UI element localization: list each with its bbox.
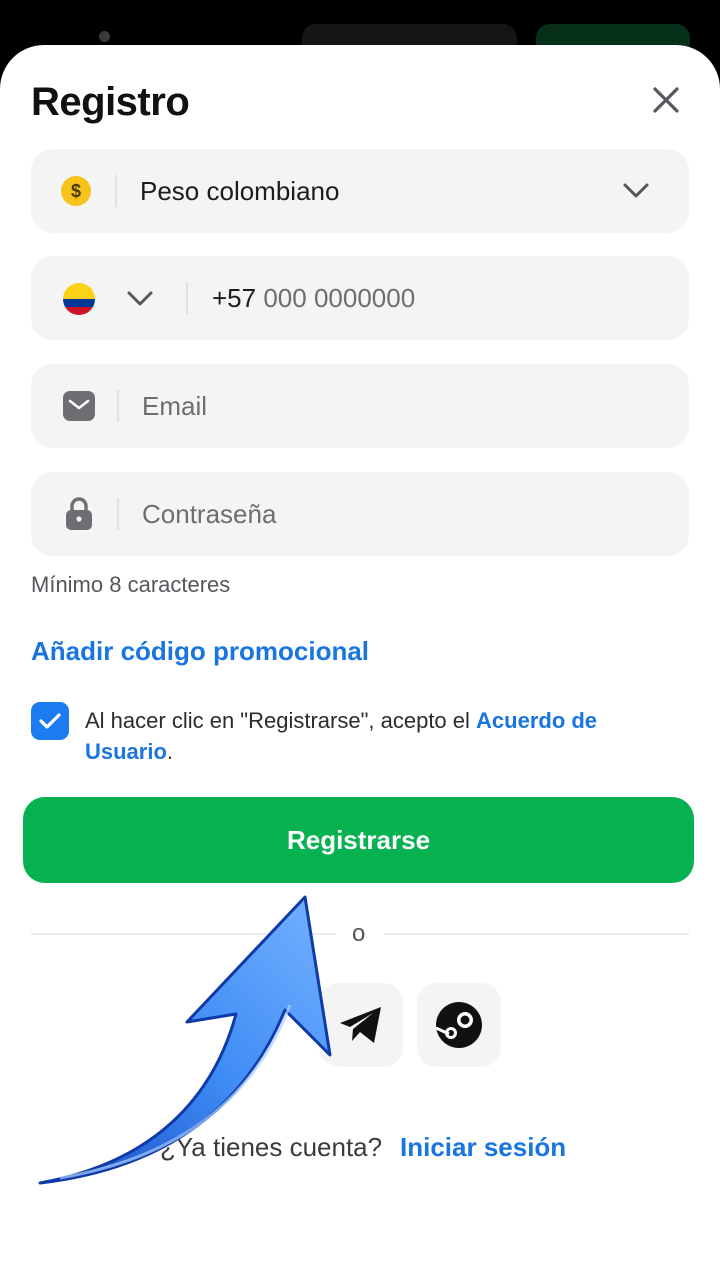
add-promo-code-link[interactable]: Añadir código promocional xyxy=(31,636,369,667)
colombia-flag-icon[interactable] xyxy=(63,283,95,315)
divider-line-left xyxy=(31,933,336,935)
phone-input[interactable]: +57 000 0000000 xyxy=(212,256,415,340)
divider-label: o xyxy=(352,920,366,947)
divider-line-right xyxy=(384,933,689,935)
close-button[interactable] xyxy=(644,78,688,122)
close-icon xyxy=(653,87,679,113)
checkmark-icon xyxy=(39,713,61,729)
password-input[interactable]: Contraseña xyxy=(142,472,276,556)
terms-statement: Al hacer clic en "Registrarse", acepto e… xyxy=(85,708,477,733)
field-separator xyxy=(186,282,188,314)
steam-icon xyxy=(435,1002,482,1048)
mail-icon xyxy=(63,391,95,421)
phone-field[interactable]: +57 000 0000000 xyxy=(31,256,689,340)
chevron-down-icon[interactable] xyxy=(126,289,154,309)
currency-select[interactable]: $ Peso colombiano xyxy=(31,149,689,233)
terms-suffix: . xyxy=(166,739,174,764)
terms-text: Al hacer clic en "Registrarse", acepto e… xyxy=(85,705,685,767)
coin-icon: $ xyxy=(61,176,91,206)
login-link[interactable]: Iniciar sesión xyxy=(400,1132,566,1163)
password-field[interactable]: Contraseña xyxy=(31,472,689,556)
chevron-down-icon xyxy=(623,183,649,198)
steam-login-button[interactable] xyxy=(417,983,501,1067)
phone-prefix: +57 xyxy=(212,283,257,313)
email-input[interactable]: Email xyxy=(142,364,207,448)
camera-dot xyxy=(99,31,110,42)
telegram-login-button[interactable] xyxy=(319,983,403,1067)
telegram-icon xyxy=(340,1007,381,1043)
login-question: ¿Ya tienes cuenta? xyxy=(160,1132,383,1162)
page-title: Registro xyxy=(31,80,190,124)
phone-placeholder: 000 0000000 xyxy=(263,283,416,313)
field-separator xyxy=(115,175,117,207)
password-hint: Mínimo 8 caracteres xyxy=(31,572,231,597)
field-separator xyxy=(117,498,119,530)
field-separator xyxy=(117,390,119,422)
currency-value: Peso colombiano xyxy=(140,176,340,206)
register-button[interactable]: Registrarse xyxy=(23,797,694,883)
email-field[interactable]: Email xyxy=(31,364,689,448)
lock-icon xyxy=(66,497,92,530)
terms-checkbox[interactable] xyxy=(31,702,69,740)
